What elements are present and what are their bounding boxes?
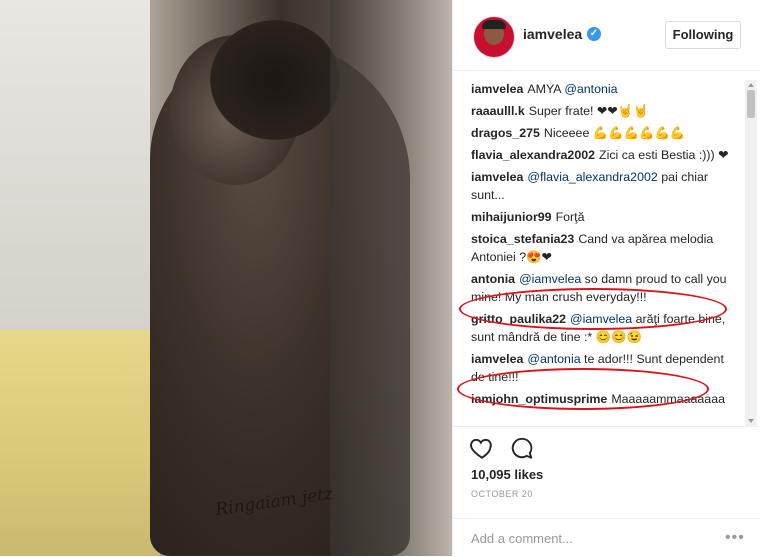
- post-header: iamvelea ✓ Following: [453, 0, 760, 71]
- add-comment-input[interactable]: Add a comment...: [471, 531, 573, 546]
- username-link[interactable]: iamvelea: [523, 26, 582, 42]
- comments-scrollbar[interactable]: [745, 80, 757, 426]
- verified-badge-icon: ✓: [587, 27, 601, 41]
- likes-count[interactable]: 10,095 likes: [471, 467, 543, 482]
- comment-username[interactable]: iamvelea: [471, 352, 523, 366]
- comment-username[interactable]: stoica_stefania23: [471, 232, 574, 246]
- comment-username[interactable]: iamvelea: [471, 170, 523, 184]
- comment-username[interactable]: flavia_alexandra2002: [471, 148, 595, 162]
- post-date[interactable]: OCTOBER 20: [471, 489, 533, 499]
- scrollbar-thumb[interactable]: [747, 90, 755, 118]
- comment-username[interactable]: raaaulll.k: [471, 104, 525, 118]
- comment-username[interactable]: mihaijunior99: [471, 210, 552, 224]
- comment-text: Maaaaammaaaaaaa: [611, 392, 725, 406]
- add-comment-bar: Add a comment... •••: [453, 518, 760, 557]
- mention-link[interactable]: @antonia: [564, 82, 617, 96]
- comment-item: raaaulll.k Super frate! ❤❤🤘🤘: [471, 102, 739, 120]
- avatar[interactable]: [473, 16, 515, 58]
- following-button[interactable]: Following: [665, 21, 741, 49]
- comment-username[interactable]: gritto_paulika22: [471, 312, 566, 326]
- comment-text: AMYA: [527, 82, 565, 96]
- photo-shadow: [330, 0, 452, 556]
- comment-item: flavia_alexandra2002 Zici ca esti Bestia …: [471, 146, 739, 164]
- comment-text: Niceeee 💪💪💪💪💪💪: [543, 126, 686, 140]
- comment-text: Super frate! ❤❤🤘🤘: [528, 104, 649, 118]
- comment-text: Forţă: [555, 210, 585, 224]
- post-sidebar: iamvelea ✓ Following iamvelea AMYA @anton…: [452, 0, 760, 556]
- comment-icon[interactable]: [509, 435, 535, 461]
- heart-icon[interactable]: [469, 435, 495, 461]
- comment-item: mihaijunior99 Forţă: [471, 208, 739, 226]
- more-options-icon[interactable]: •••: [725, 529, 745, 547]
- comment-item: stoica_stefania23 Cand va apărea melodia …: [471, 230, 739, 266]
- comment-item: iamjohn_optimusprime Maaaaammaaaaaaa: [471, 390, 739, 408]
- comment-username[interactable]: iamjohn_optimusprime: [471, 392, 607, 406]
- mention-link[interactable]: @iamvelea: [570, 312, 632, 326]
- comment-item: gritto_paulika22 @iamvelea arăţi foarte b…: [471, 310, 739, 346]
- comment-text: Zici ca esti Bestia :))) ❤: [599, 148, 729, 162]
- comment-item: antonia @iamvelea so damn proud to call y…: [471, 270, 739, 306]
- post-photo: Ringaiam jetz: [0, 0, 452, 556]
- person-hair: [210, 20, 340, 140]
- mention-link[interactable]: @iamvelea: [519, 272, 581, 286]
- comment-username[interactable]: antonia: [471, 272, 515, 286]
- scroll-down-arrow-icon[interactable]: [748, 419, 754, 423]
- comment-item: dragos_275 Niceeee 💪💪💪💪💪💪: [471, 124, 739, 142]
- comment-item: iamvelea @flavia_alexandra2002 pai chiar …: [471, 168, 739, 204]
- window-background: [0, 0, 150, 330]
- mention-link[interactable]: @antonia: [527, 352, 580, 366]
- yellow-wall: [0, 330, 160, 556]
- comment-username[interactable]: iamvelea: [471, 82, 523, 96]
- scroll-up-arrow-icon[interactable]: [748, 83, 754, 87]
- mention-link[interactable]: @flavia_alexandra2002: [527, 170, 657, 184]
- comment-item: iamvelea @antonia te ador!!! Sunt depende…: [471, 350, 739, 386]
- comment-username[interactable]: dragos_275: [471, 126, 540, 140]
- post-actions: 10,095 likes OCTOBER 20: [453, 426, 760, 527]
- comment-list: iamvelea AMYA @antonia raaaulll.k Super fra…: [471, 80, 739, 426]
- comment-item: iamvelea AMYA @antonia: [471, 80, 739, 98]
